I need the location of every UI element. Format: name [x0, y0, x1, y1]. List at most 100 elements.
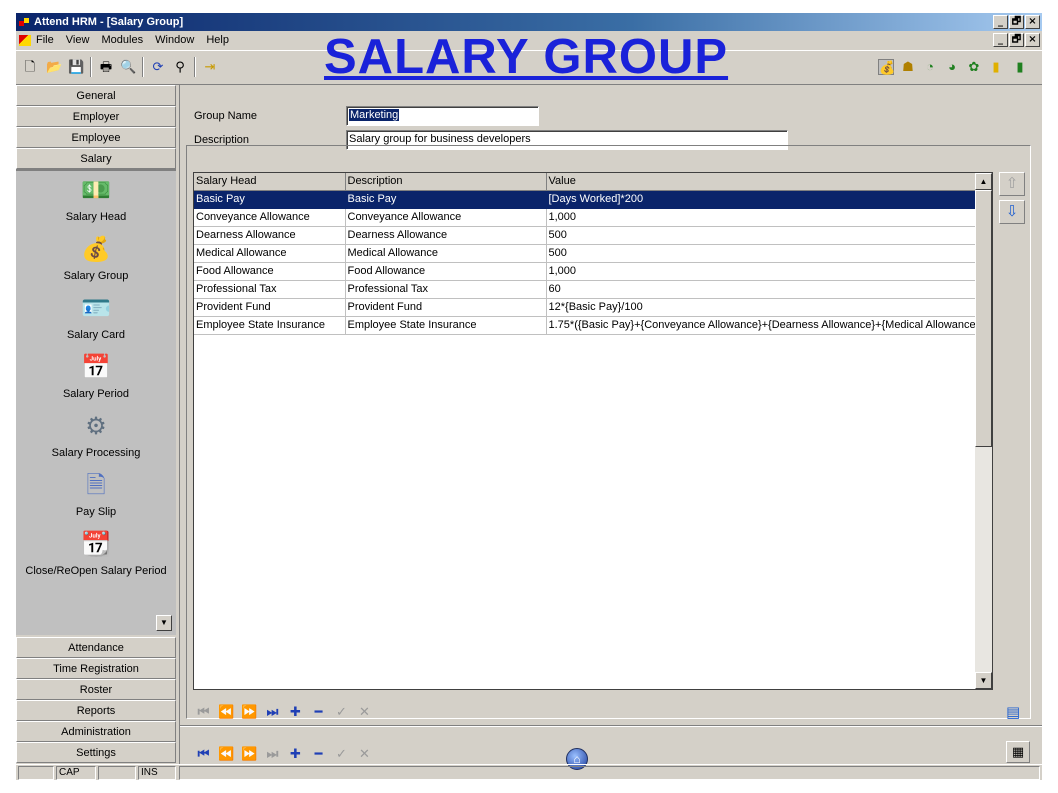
menu-window[interactable]: Window: [155, 34, 194, 46]
cell-salary-head[interactable]: Professional Tax: [194, 280, 346, 299]
refresh-icon[interactable]: ⟳: [150, 59, 166, 75]
nav-item-salary-group[interactable]: 💰 Salary Group: [16, 234, 176, 282]
cell-salary-head[interactable]: Food Allowance: [194, 262, 346, 281]
last-record-icon[interactable]: ⏭: [261, 704, 284, 720]
nav-general[interactable]: General: [16, 85, 176, 106]
nav-item-salary-processing[interactable]: ⚙ Salary Processing: [16, 411, 176, 459]
scroll-thumb[interactable]: [975, 190, 992, 447]
form-delete-record-icon[interactable]: ━: [307, 746, 330, 762]
print-preview-icon[interactable]: 🔍: [120, 59, 136, 75]
nav-salary[interactable]: Salary: [16, 148, 176, 169]
table-row[interactable]: Dearness Allowance Dearness Allowance 50…: [194, 226, 976, 245]
nav-reports[interactable]: Reports: [16, 700, 176, 721]
table-row[interactable]: Provident Fund Provident Fund 12*{Basic …: [194, 298, 976, 317]
prev-record-icon[interactable]: ⏪: [215, 704, 238, 720]
restore-button[interactable]: 🗗: [1009, 15, 1024, 29]
form-post-record-icon[interactable]: ✓: [330, 746, 353, 762]
mdi-close-button[interactable]: ×: [1025, 33, 1040, 47]
nav-item-pay-slip[interactable]: 🗎 Pay Slip: [16, 470, 176, 518]
open-folder-icon[interactable]: 📂: [46, 59, 62, 75]
close-button[interactable]: ×: [1025, 15, 1040, 29]
move-down-button[interactable]: ⇩: [999, 200, 1025, 224]
minimize-button[interactable]: _: [993, 15, 1008, 29]
cell-salary-head[interactable]: Provident Fund: [194, 298, 346, 317]
table-row[interactable]: Employee State Insurance Employee State …: [194, 316, 976, 335]
cell-value[interactable]: 500: [546, 244, 976, 263]
reports-module-icon[interactable]: ▮: [988, 59, 1004, 75]
nav-employee[interactable]: Employee: [16, 127, 176, 148]
book-module-icon[interactable]: ▮: [1012, 59, 1028, 75]
column-header-value[interactable]: Value: [546, 173, 976, 191]
nav-item-salary-card[interactable]: 🪪 Salary Card: [16, 293, 176, 341]
form-next-record-icon[interactable]: ⏩: [238, 746, 261, 762]
new-file-icon[interactable]: 🗋: [22, 59, 38, 75]
cancel-record-icon[interactable]: ✕: [353, 704, 376, 720]
form-cancel-record-icon[interactable]: ✕: [353, 746, 376, 762]
form-last-record-icon[interactable]: ⏭: [261, 746, 284, 762]
next-record-icon[interactable]: ⏩: [238, 704, 261, 720]
table-view-button[interactable]: ▦: [1006, 741, 1030, 763]
column-header-salary-head[interactable]: Salary Head: [194, 173, 346, 191]
form-add-record-icon[interactable]: ✚: [284, 746, 307, 762]
cell-description[interactable]: Dearness Allowance: [345, 226, 547, 245]
table-row[interactable]: Food Allowance Food Allowance 1,000: [194, 262, 976, 281]
menu-view[interactable]: View: [66, 34, 90, 46]
cell-value[interactable]: 1,000: [546, 208, 976, 227]
roster-module-icon[interactable]: ✿: [966, 59, 982, 75]
nav-attendance[interactable]: Attendance: [16, 637, 176, 658]
cell-value[interactable]: 12*{Basic Pay}/100: [546, 298, 976, 317]
cell-value[interactable]: 60: [546, 280, 976, 299]
cell-salary-head[interactable]: Employee State Insurance: [194, 316, 346, 335]
nav-settings[interactable]: Settings: [16, 742, 176, 763]
grid-columns-icon[interactable]: ▤: [1006, 703, 1020, 721]
table-row[interactable]: Medical Allowance Medical Allowance 500: [194, 244, 976, 263]
table-row[interactable]: Professional Tax Professional Tax 60: [194, 280, 976, 299]
nav-administration[interactable]: Administration: [16, 721, 176, 742]
grid-vertical-scrollbar[interactable]: ▲ ▼: [975, 173, 992, 689]
scroll-up-button[interactable]: ▲: [975, 173, 992, 190]
scroll-down-button[interactable]: ▼: [975, 672, 992, 689]
time-module-icon[interactable]: ◕: [944, 59, 960, 75]
menu-help[interactable]: Help: [206, 34, 229, 46]
mdi-minimize-button[interactable]: _: [993, 33, 1008, 47]
cell-value[interactable]: [Days Worked]*200: [546, 190, 976, 209]
cell-salary-head[interactable]: Conveyance Allowance: [194, 208, 346, 227]
cell-description[interactable]: Conveyance Allowance: [345, 208, 547, 227]
exit-icon[interactable]: ⇥: [202, 59, 218, 75]
cell-value[interactable]: 1,000: [546, 262, 976, 281]
nav-item-salary-head[interactable]: 💵 Salary Head: [16, 175, 176, 223]
menu-file[interactable]: File: [36, 34, 54, 46]
cell-salary-head[interactable]: Basic Pay: [194, 190, 346, 209]
cell-salary-head[interactable]: Dearness Allowance: [194, 226, 346, 245]
nav-time-registration[interactable]: Time Registration: [16, 658, 176, 679]
cell-value[interactable]: 500: [546, 226, 976, 245]
move-up-button[interactable]: ⇧: [999, 172, 1025, 196]
cell-value[interactable]: 1.75*({Basic Pay}+{Conveyance Allowance}…: [546, 316, 976, 335]
cell-description[interactable]: Professional Tax: [345, 280, 547, 299]
post-record-icon[interactable]: ✓: [330, 704, 353, 720]
cell-description[interactable]: Basic Pay: [345, 190, 547, 209]
nav-employer[interactable]: Employer: [16, 106, 176, 127]
cell-salary-head[interactable]: Medical Allowance: [194, 244, 346, 263]
save-icon[interactable]: 💾: [68, 59, 84, 75]
add-record-icon[interactable]: ✚: [284, 704, 307, 720]
cell-description[interactable]: Food Allowance: [345, 262, 547, 281]
nav-item-close-reopen-salary-period[interactable]: 📆 Close/ReOpen Salary Period: [16, 529, 176, 577]
print-icon[interactable]: 🖶: [98, 59, 114, 75]
form-prev-record-icon[interactable]: ⏪: [215, 746, 238, 762]
column-header-description[interactable]: Description: [345, 173, 547, 191]
cell-description[interactable]: Medical Allowance: [345, 244, 547, 263]
table-row[interactable]: Basic Pay Basic Pay [Days Worked]*200: [194, 190, 976, 209]
cell-description[interactable]: Provident Fund: [345, 298, 547, 317]
first-record-icon[interactable]: ⏮: [192, 704, 215, 720]
binoculars-icon[interactable]: ⚲: [172, 59, 188, 75]
menu-modules[interactable]: Modules: [102, 34, 144, 46]
delete-record-icon[interactable]: ━: [307, 704, 330, 720]
employee-module-icon[interactable]: ☗: [900, 59, 916, 75]
table-row[interactable]: Conveyance Allowance Conveyance Allowanc…: [194, 208, 976, 227]
mdi-child-icon[interactable]: [19, 35, 31, 46]
cell-description[interactable]: Employee State Insurance: [345, 316, 547, 335]
nav-roster[interactable]: Roster: [16, 679, 176, 700]
panel-scroll-down-button[interactable]: ▼: [156, 615, 172, 631]
mdi-restore-button[interactable]: 🗗: [1009, 33, 1024, 47]
